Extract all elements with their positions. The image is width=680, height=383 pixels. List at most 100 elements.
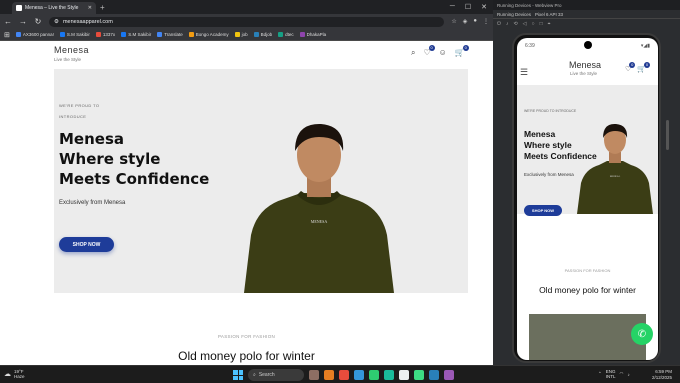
- bookmark-item[interactable]: DhakaPla: [299, 32, 326, 37]
- bookmark-label: dtec: [285, 32, 294, 37]
- back-icon[interactable]: ←: [4, 17, 12, 26]
- bookmarks-bar: ⊞ AX3600 panna! S.M Sakibir 1337x S.M Sakibi…: [0, 29, 493, 41]
- wishlist-count: 0: [428, 45, 435, 51]
- device-toolbar: ⏻ ♪ ⟲ ◁ ○ □ ⌖: [493, 19, 680, 29]
- bookmark-item[interactable]: AX3600 panna!: [15, 32, 54, 37]
- wishlist-icon[interactable]: ♡ 0: [625, 62, 636, 73]
- search-icon: ⌕: [253, 372, 256, 378]
- bookmark-item[interactable]: Translate: [157, 32, 183, 37]
- shop-now-button[interactable]: SHOP NOW: [524, 205, 562, 216]
- chevron-up-icon[interactable]: ⌃: [598, 371, 602, 377]
- app-icon[interactable]: [324, 370, 334, 380]
- phone-site-logo[interactable]: Menesa: [569, 60, 601, 70]
- avatar-app-icon[interactable]: [309, 370, 319, 380]
- hamburger-menu-icon[interactable]: ☰: [520, 67, 528, 78]
- bookmark-label: 1337x: [102, 32, 116, 37]
- menu-icon[interactable]: ⋮: [483, 18, 489, 25]
- panel-label: Running Devices: [497, 11, 532, 17]
- bookmark-item[interactable]: Bdjob: [253, 32, 272, 37]
- bookmark-item[interactable]: S.M Sakibir: [121, 32, 151, 37]
- wifi-icon[interactable]: ◠: [620, 371, 624, 377]
- search-label: Search: [258, 372, 275, 378]
- app-icon[interactable]: [369, 370, 379, 380]
- app-icon[interactable]: [429, 370, 439, 380]
- cart-icon[interactable]: 🛒 0: [455, 45, 469, 58]
- phone-header-icons: ♡ 0 🛒 0: [625, 62, 650, 73]
- section-eyebrow: PASSION FOR FASHION: [564, 268, 611, 273]
- new-tab-button[interactable]: +: [100, 3, 105, 12]
- taskbar-search[interactable]: ⌕ Search: [248, 369, 304, 381]
- volume-icon[interactable]: ♪: [627, 372, 629, 377]
- cart-icon[interactable]: 🛒 0: [637, 62, 650, 73]
- app-icon[interactable]: [384, 370, 394, 380]
- bookmark-item[interactable]: 1337x: [95, 32, 116, 37]
- model-photo: MENESA: [577, 123, 653, 214]
- extensions-icon[interactable]: ◈: [463, 18, 468, 25]
- hero-headline-line: Menesa: [59, 130, 125, 148]
- website: Menesa Live the Style ⌕ ♡ 0 ☺ 🛒 0 WE'RE PR…: [0, 41, 493, 365]
- android-studio-icon[interactable]: [414, 370, 424, 380]
- toolbar-icons: ☆ ◈ ● ⋮: [451, 18, 489, 25]
- bookmark-label: AX3600 panna!: [22, 32, 54, 37]
- bookmark-item[interactable]: job: [234, 32, 248, 37]
- search-icon[interactable]: ⌕: [411, 48, 415, 58]
- screenshot-icon[interactable]: ⌖: [548, 21, 551, 27]
- device-tab[interactable]: Pixel 6 API 33: [535, 12, 563, 17]
- close-window-icon[interactable]: ✕: [481, 3, 487, 11]
- browser-tab[interactable]: Menesa – Live the Style ✕: [12, 2, 96, 14]
- close-tab-icon[interactable]: ✕: [88, 5, 92, 11]
- address-bar[interactable]: ⚙ menesaapparel.com: [49, 16, 445, 27]
- bookmark-label: S.M Sakibir: [66, 32, 90, 37]
- app-icon[interactable]: [339, 370, 349, 380]
- phone-site-tagline: Live the Style: [570, 71, 598, 76]
- section-title: Old money polo for winter: [539, 285, 636, 295]
- phone-hero-banner: WE'RE PROUD TO INTRODUCE Menesa Where st…: [517, 85, 658, 216]
- camera-cutout: [584, 41, 592, 49]
- apps-grid-icon[interactable]: ⊞: [4, 31, 10, 39]
- reload-icon[interactable]: ↻: [34, 17, 42, 26]
- start-button[interactable]: [233, 370, 243, 380]
- shop-now-button[interactable]: SHOP NOW: [59, 237, 114, 252]
- account-icon[interactable]: ☺: [439, 48, 447, 58]
- minimize-icon[interactable]: ─: [450, 3, 455, 11]
- product-photo[interactable]: [529, 314, 646, 360]
- weather-widget[interactable]: ☁ 19°F Haze: [4, 369, 25, 379]
- bookmark-favicon-icon: [299, 32, 305, 37]
- maximize-icon[interactable]: ☐: [465, 3, 471, 11]
- bookmark-favicon-icon: [95, 32, 101, 37]
- section-eyebrow: PASSION FOR FASHION: [217, 334, 276, 339]
- taskbar-apps: [309, 370, 454, 380]
- chrome-icon[interactable]: [399, 370, 409, 380]
- home-icon[interactable]: ○: [532, 21, 535, 27]
- overview-icon[interactable]: □: [540, 21, 543, 27]
- forward-icon[interactable]: →: [19, 17, 27, 26]
- back-icon[interactable]: ◁: [523, 21, 527, 27]
- scrollbar[interactable]: [666, 120, 669, 150]
- header-icons: ⌕ ♡ 0 ☺ 🛒 0: [411, 45, 469, 58]
- bookmark-favicon-icon: [15, 32, 21, 37]
- app-icon[interactable]: [444, 370, 454, 380]
- wishlist-count: 0: [629, 62, 636, 68]
- bookmark-label: Bongo Academy: [195, 32, 229, 37]
- site-logo[interactable]: Menesa: [54, 45, 89, 55]
- studio-tabs: Running Devices Pixel 6 API 33: [493, 10, 680, 19]
- bookmark-item[interactable]: S.M Sakibir: [59, 32, 90, 37]
- site-info-icon[interactable]: ⚙: [54, 19, 59, 25]
- bookmark-item[interactable]: dtec: [278, 32, 294, 37]
- rotate-icon[interactable]: ⟲: [513, 21, 517, 27]
- profile-icon[interactable]: ●: [473, 18, 477, 25]
- bookmark-favicon-icon: [278, 32, 284, 37]
- volume-up-icon[interactable]: ♪: [506, 21, 509, 27]
- hero-headline-line: Where style: [59, 150, 161, 168]
- bookmark-star-icon[interactable]: ☆: [451, 18, 456, 25]
- weather-icon: ☁: [4, 370, 11, 378]
- weather-condition: Haze: [14, 374, 25, 379]
- site-tagline: Live the Style: [54, 57, 82, 62]
- bookmark-item[interactable]: Bongo Academy: [188, 32, 229, 37]
- whatsapp-chat-button[interactable]: ✆: [631, 323, 653, 345]
- edge-icon[interactable]: [354, 370, 364, 380]
- clock[interactable]: 6:59 PM 2/12/2025: [652, 369, 672, 381]
- wishlist-icon[interactable]: ♡ 0: [423, 45, 435, 58]
- hoodie-print: MENESA: [311, 219, 328, 224]
- power-icon[interactable]: ⏻: [497, 21, 501, 27]
